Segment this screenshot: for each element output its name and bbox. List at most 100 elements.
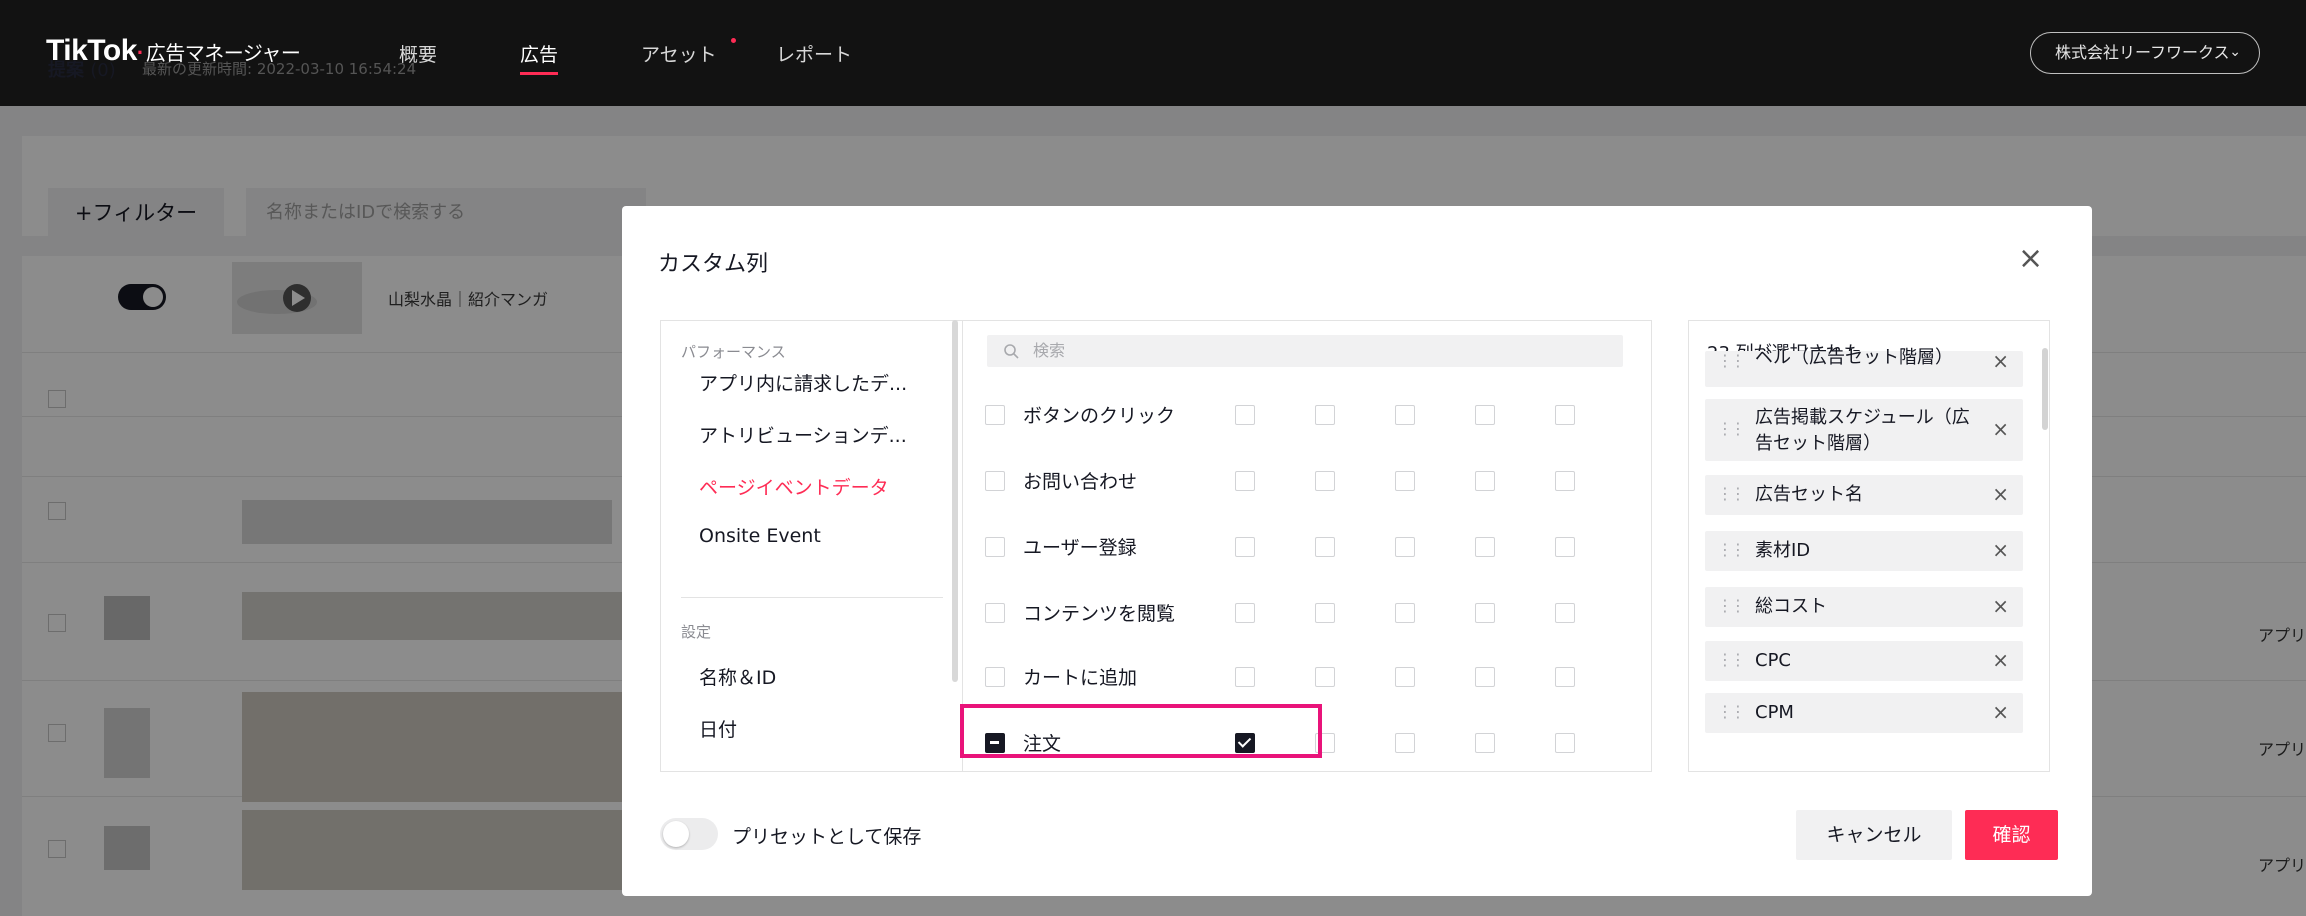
- category-divider: [681, 597, 943, 598]
- remove-icon[interactable]: ×: [1992, 702, 2009, 722]
- chip-label: 素材ID: [1755, 540, 1811, 561]
- metric-sub-checkbox[interactable]: [1475, 537, 1495, 557]
- metric-search-placeholder: 検索: [1033, 341, 1066, 360]
- selected-chip[interactable]: ⋮⋮ CPC ×: [1705, 641, 2023, 681]
- metric-sub-checkbox[interactable]: [1475, 667, 1495, 687]
- remove-icon[interactable]: ×: [1992, 419, 2009, 439]
- save-as-preset-label: プリセットとして保存: [732, 826, 922, 848]
- confirm-button[interactable]: 確認: [1965, 810, 2058, 860]
- drag-handle-icon[interactable]: ⋮⋮: [1717, 484, 1746, 503]
- metric-sub-checkbox[interactable]: [1235, 667, 1255, 687]
- metric-checkbox-contact[interactable]: [985, 471, 1005, 491]
- metric-checkbox-button-click[interactable]: [985, 405, 1005, 425]
- category-onsite-event[interactable]: Onsite Event: [699, 525, 821, 547]
- drag-handle-icon[interactable]: ⋮⋮: [1717, 540, 1746, 559]
- metric-sub-checkbox[interactable]: [1235, 471, 1255, 491]
- drag-handle-icon[interactable]: ⋮⋮: [1717, 650, 1746, 669]
- remove-icon[interactable]: ×: [1992, 351, 2009, 371]
- nav-assets-notification-dot: [731, 38, 736, 43]
- metric-sub-checkbox[interactable]: [1235, 537, 1255, 557]
- metric-label: ボタンのクリック: [1023, 405, 1176, 427]
- category-page-event-data[interactable]: ページイベントデータ: [699, 473, 889, 500]
- remove-icon[interactable]: ×: [1992, 596, 2009, 616]
- chevron-down-icon: ⌄: [2229, 44, 2241, 60]
- nav-reports[interactable]: レポート: [776, 40, 852, 67]
- account-switcher[interactable]: 株式会社リーフワークス ⌄: [2030, 32, 2260, 74]
- metric-sub-checkbox[interactable]: [1555, 471, 1575, 491]
- metric-sub-checkbox[interactable]: [1555, 405, 1575, 425]
- selected-scrollbar[interactable]: [2042, 348, 2048, 430]
- remove-icon[interactable]: ×: [1992, 484, 2009, 504]
- metric-sub-checkbox[interactable]: [1395, 405, 1415, 425]
- last-updated-text: 最新の更新時間: 2022-03-10 16:54:24: [142, 60, 417, 78]
- account-name: 株式会社リーフワークス: [2055, 43, 2230, 62]
- selected-chip[interactable]: ⋮⋮ ベル（広告セット階層） ×: [1705, 347, 2023, 387]
- top-nav: TikTok· 広告マネージャー 概要 広告 アセット レポート 株式会社リーフワ…: [0, 0, 2306, 106]
- metric-sub-checkbox[interactable]: [1315, 405, 1335, 425]
- metric-sub-checkbox[interactable]: [1395, 733, 1415, 753]
- nav-ads[interactable]: 広告: [520, 40, 559, 75]
- metric-sub-checkbox[interactable]: [1475, 603, 1495, 623]
- drag-handle-icon[interactable]: ⋮⋮: [1717, 702, 1746, 721]
- search-icon: [1004, 344, 1019, 359]
- metric-checkbox-registration[interactable]: [985, 537, 1005, 557]
- remove-icon[interactable]: ×: [1992, 650, 2009, 670]
- metric-sub-checkbox[interactable]: [1395, 537, 1415, 557]
- metric-search-input[interactable]: 検索: [987, 335, 1623, 367]
- metric-sub-checkbox[interactable]: [1315, 603, 1335, 623]
- category-date[interactable]: 日付: [699, 715, 737, 742]
- category-scrollbar[interactable]: [952, 320, 958, 682]
- cancel-button[interactable]: キャンセル: [1796, 810, 1952, 860]
- metric-sub-checkbox[interactable]: [1315, 537, 1335, 557]
- drag-handle-icon[interactable]: ⋮⋮: [1717, 419, 1746, 438]
- column-category-list: パフォーマンス アプリ内に請求したデ... アトリビューションデ... ページイ…: [660, 320, 962, 772]
- metric-sub-checkbox[interactable]: [1315, 667, 1335, 687]
- category-in-app-events[interactable]: アプリ内に請求したデ...: [699, 369, 907, 396]
- chip-label: ベル（広告セット階層）: [1755, 347, 1953, 368]
- selected-columns-list: 23 列が選択された ⋮⋮ ベル（広告セット階層） × ⋮⋮ 広告掲載スケジュー…: [1688, 320, 2050, 772]
- nav-assets[interactable]: アセット: [641, 40, 717, 67]
- metric-label: カートに追加: [1023, 667, 1138, 689]
- category-name-id[interactable]: 名称＆ID: [699, 663, 776, 690]
- category-group-settings: 設定: [681, 623, 712, 641]
- modal-title: カスタム列: [658, 252, 769, 277]
- metric-checkbox-view-content[interactable]: [985, 603, 1005, 623]
- metric-sub-checkbox[interactable]: [1475, 405, 1495, 425]
- category-attribution[interactable]: アトリビューションデ...: [699, 421, 907, 448]
- close-icon[interactable]: ×: [2018, 244, 2043, 274]
- selected-chip[interactable]: ⋮⋮ CPM ×: [1705, 693, 2023, 733]
- metric-label: コンテンツを閲覧: [1023, 603, 1176, 625]
- chip-label: 広告セット名: [1755, 484, 1863, 505]
- category-group-performance: パフォーマンス: [681, 343, 786, 361]
- metric-sub-checkbox[interactable]: [1395, 667, 1415, 687]
- metric-checkbox-add-to-cart[interactable]: [985, 667, 1005, 687]
- metric-sub-checkbox[interactable]: [1395, 603, 1415, 623]
- selected-chip[interactable]: ⋮⋮ 総コスト ×: [1705, 587, 2023, 627]
- suggestions-title: 提案 (0): [48, 60, 116, 81]
- save-as-preset-toggle[interactable]: [660, 818, 718, 850]
- custom-columns-modal: カスタム列 × パフォーマンス アプリ内に請求したデ... アトリビューションデ…: [622, 206, 2092, 896]
- annotation-highlight-box: [960, 704, 1322, 758]
- selected-chip[interactable]: ⋮⋮ 素材ID ×: [1705, 531, 2023, 571]
- metric-sub-checkbox[interactable]: [1555, 537, 1575, 557]
- metric-sub-checkbox[interactable]: [1235, 603, 1255, 623]
- remove-icon[interactable]: ×: [1992, 540, 2009, 560]
- metric-label: お問い合わせ: [1023, 471, 1138, 493]
- metric-sub-checkbox[interactable]: [1555, 603, 1575, 623]
- drag-handle-icon[interactable]: ⋮⋮: [1717, 351, 1746, 370]
- drag-handle-icon[interactable]: ⋮⋮: [1717, 596, 1746, 615]
- selected-chip[interactable]: ⋮⋮ 広告掲載スケジュール（広告セット階層） ×: [1705, 399, 2023, 461]
- chip-label: CPC: [1755, 650, 1791, 671]
- metric-sub-checkbox[interactable]: [1475, 733, 1495, 753]
- metric-sub-checkbox[interactable]: [1235, 405, 1255, 425]
- chip-label: CPM: [1755, 702, 1794, 723]
- selected-chip[interactable]: ⋮⋮ 広告セット名 ×: [1705, 475, 2023, 515]
- metric-sub-checkbox[interactable]: [1315, 471, 1335, 491]
- metric-sub-checkbox[interactable]: [1555, 667, 1575, 687]
- metric-sub-checkbox[interactable]: [1555, 733, 1575, 753]
- chip-label: 広告掲載スケジュール（広告セット階層）: [1755, 407, 1970, 454]
- metric-sub-checkbox[interactable]: [1475, 471, 1495, 491]
- chip-label: 総コスト: [1755, 596, 1827, 617]
- metric-sub-checkbox[interactable]: [1395, 471, 1415, 491]
- metric-label: ユーザー登録: [1023, 537, 1137, 559]
